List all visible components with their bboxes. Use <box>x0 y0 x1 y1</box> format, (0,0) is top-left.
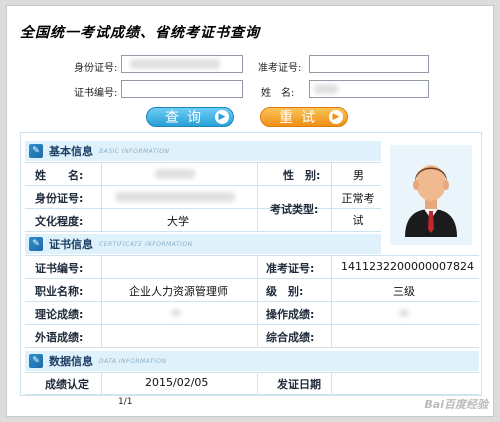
score-date-value: 2015/02/05 <box>145 376 209 389</box>
gender-value: 男 <box>353 169 364 182</box>
redacted-name <box>314 84 338 94</box>
admission-no-label: 准考证号: <box>258 63 302 74</box>
level-value: 三级 <box>393 285 415 298</box>
education-value: 大学 <box>167 215 189 228</box>
data-info-title: 数据信息 <box>49 355 93 368</box>
pager: 1/1 <box>118 397 133 407</box>
cert-info-title: 证书信息 <box>49 238 93 251</box>
cert-info-subtitle: CERTIFICATE INFORMATION <box>99 240 193 248</box>
redacted-id <box>130 59 220 69</box>
exam-type-value: 正常考试 <box>341 192 375 227</box>
score-date-key: 成绩认定 <box>45 378 89 391</box>
admission-no-input[interactable] <box>309 55 429 73</box>
operation-key: 操作成绩: <box>266 308 315 321</box>
result-panel: ✎ 基本信息 BASIC INFORMATION 姓 名: 性 别: 男 身份证… <box>20 132 482 396</box>
search-button[interactable]: 查询 ▶ <box>146 107 234 127</box>
page-title: 全国统一考试成绩、省统考证书查询 <box>20 25 260 41</box>
redacted-operation <box>399 309 409 317</box>
edit-icon: ✎ <box>29 144 43 158</box>
person-icon <box>405 165 457 237</box>
job-key: 职业名称: <box>35 285 84 298</box>
admission-value: 1411232200000007824 <box>341 260 474 273</box>
cert-no-label: 证书编号: <box>74 88 118 99</box>
redacted-name-value <box>155 169 195 179</box>
cert-no-input[interactable] <box>121 80 243 98</box>
arrow-right-icon: ▶ <box>215 110 229 124</box>
cert-date-key: 发证日期 <box>277 378 321 391</box>
cert-no-key: 证书编号: <box>35 262 84 275</box>
theory-key: 理论成绩: <box>35 308 84 321</box>
language-key: 外语成绩: <box>35 331 84 344</box>
redacted-id-value <box>115 192 235 202</box>
gender-key: 性 别: <box>283 169 321 182</box>
basic-info-subtitle: BASIC INFORMATION <box>99 147 170 155</box>
basic-info-title: 基本信息 <box>49 145 93 158</box>
redacted-theory <box>171 309 181 317</box>
admission-key: 准考证号: <box>266 262 315 275</box>
cert-info-header: ✎ 证书信息 CERTIFICATE INFORMATION <box>25 234 381 254</box>
id-key: 身份证号: <box>35 192 84 205</box>
avatar <box>390 145 472 245</box>
job-value: 企业人力资源管理师 <box>129 285 228 298</box>
arrow-right-icon: ▶ <box>329 110 343 124</box>
id-card-label: 身份证号: <box>74 63 118 74</box>
reset-button-label: 重试 <box>279 110 323 126</box>
education-key: 文化程度: <box>35 215 84 228</box>
composite-key: 综合成绩: <box>266 331 315 344</box>
watermark: Bai百度经验 <box>424 398 488 411</box>
name-label: 姓 名: <box>261 88 295 99</box>
basic-info-header: ✎ 基本信息 BASIC INFORMATION <box>25 141 381 161</box>
edit-icon: ✎ <box>29 354 43 368</box>
name-key: 姓 名: <box>35 169 84 182</box>
data-info-subtitle: DATA INFORMATION <box>99 357 167 365</box>
search-button-label: 查询 <box>165 110 209 126</box>
level-key: 级 别: <box>266 285 304 298</box>
data-info-header: ✎ 数据信息 DATA INFORMATION <box>25 351 479 371</box>
reset-button[interactable]: 重试 ▶ <box>260 107 348 127</box>
edit-icon: ✎ <box>29 237 43 251</box>
exam-type-key: 考试类型: <box>270 203 319 216</box>
